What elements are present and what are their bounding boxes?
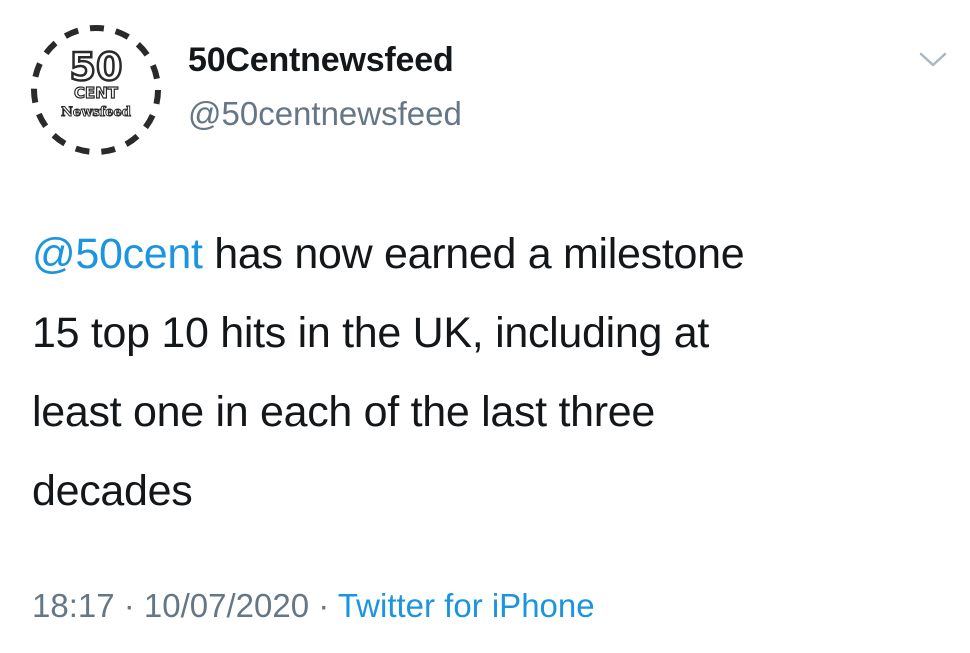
meta-separator: · <box>114 587 144 624</box>
tweet-text: @50cent has now earned a milestone 15 to… <box>32 215 942 531</box>
avatar-line1: 50 <box>70 45 123 89</box>
mention-link[interactable]: @50cent <box>32 230 203 278</box>
tweet-text-line: least one in each of the last three <box>32 388 655 436</box>
tweet-meta: 18:17 · 10/07/2020 · Twitter for iPhone <box>32 584 595 628</box>
chevron-down-icon <box>919 52 947 67</box>
meta-separator: · <box>309 587 338 624</box>
tweet-time[interactable]: 18:17 <box>32 587 115 624</box>
avatar-logo-icon: 50 CENT Newsfeed <box>31 25 161 155</box>
tweet-text-line: @50cent has now earned a milestone <box>32 215 942 294</box>
tweet-card: 50 CENT Newsfeed 50Centnewsfeed @50centn… <box>0 0 970 653</box>
tweet-menu-button[interactable] <box>918 50 948 70</box>
tweet-source-link[interactable]: Twitter for iPhone <box>338 587 595 624</box>
user-handle[interactable]: @50centnewsfeed <box>188 94 462 134</box>
avatar-line3: Newsfeed <box>61 105 131 120</box>
tweet-text-line: 15 top 10 hits in the UK, including at <box>32 309 710 357</box>
tweet-date[interactable]: 10/07/2020 <box>144 587 309 624</box>
tweet-text-segment: has now earned a milestone <box>202 230 745 278</box>
avatar-line2: CENT <box>74 84 119 102</box>
display-name[interactable]: 50Centnewsfeed <box>188 40 462 80</box>
tweet-text-line: decades <box>32 467 193 515</box>
avatar[interactable]: 50 CENT Newsfeed <box>28 22 164 158</box>
tweet-header: 50Centnewsfeed @50centnewsfeed <box>188 40 462 134</box>
